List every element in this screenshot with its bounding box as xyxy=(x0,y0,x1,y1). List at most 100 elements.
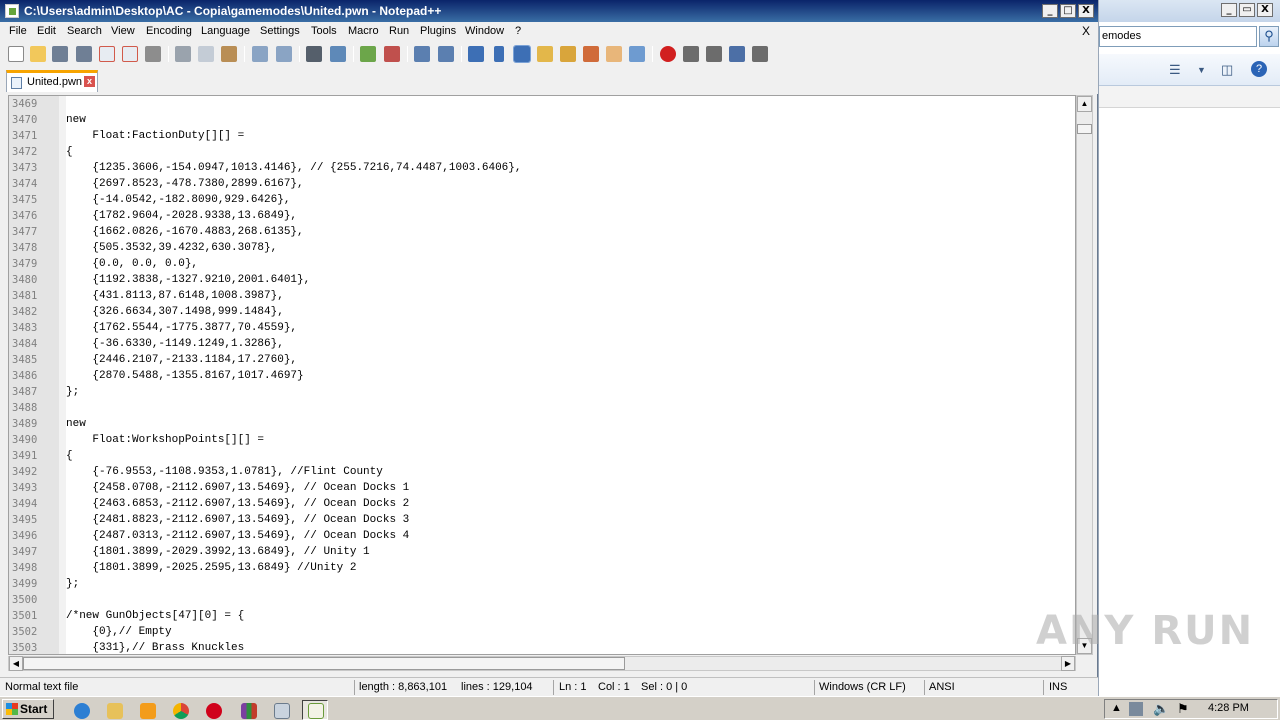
code-line[interactable]: 3481 {431.8113,87.6148,1008.3987}, xyxy=(9,288,1075,304)
code-line[interactable]: 3485 {2446.2107,-2133.1184,17.2760}, xyxy=(9,352,1075,368)
close-button[interactable]: X xyxy=(1078,4,1094,18)
code-line[interactable]: 3496 {2487.0313,-2112.6907,13.5469}, // … xyxy=(9,528,1075,544)
open-file-icon[interactable] xyxy=(30,46,46,62)
taskbar-opera[interactable] xyxy=(200,700,226,720)
code-line[interactable]: 3499}; xyxy=(9,576,1075,592)
find-icon[interactable] xyxy=(306,46,322,62)
menu-macro[interactable]: Macro xyxy=(348,25,379,37)
undo-icon[interactable] xyxy=(252,46,268,62)
print-icon[interactable] xyxy=(145,46,161,62)
code-line[interactable]: 3474 {2697.8523,-478.7380,2899.6167}, xyxy=(9,176,1075,192)
maximize-button[interactable]: □ xyxy=(1060,4,1076,18)
document-map-icon[interactable] xyxy=(560,46,576,62)
redo-icon[interactable] xyxy=(276,46,292,62)
taskbar-winrar[interactable] xyxy=(235,700,261,720)
code-line[interactable]: 3480 {1192.3838,-1327.9210,2001.6401}, xyxy=(9,272,1075,288)
save-macro-icon[interactable] xyxy=(752,46,768,62)
cut-icon[interactable] xyxy=(175,46,191,62)
code-line[interactable]: 3470 new xyxy=(9,112,1075,128)
code-line[interactable]: 3490 Float:WorkshopPoints[][] = xyxy=(9,432,1075,448)
close-all-icon[interactable] xyxy=(122,46,138,62)
word-wrap-icon[interactable] xyxy=(468,46,484,62)
code-line[interactable]: 3500 xyxy=(9,592,1075,608)
horizontal-scrollbar[interactable]: ◀ ▶ xyxy=(8,656,1076,671)
taskbar-chrome[interactable] xyxy=(167,700,193,720)
code-line[interactable]: 3486 {2870.5488,-1355.8167,1017.4697} xyxy=(9,368,1075,384)
monitoring-icon[interactable] xyxy=(629,46,645,62)
code-line[interactable]: 3477 {1662.0826,-1670.4883,268.6135}, xyxy=(9,224,1075,240)
code-line[interactable]: 3491 { xyxy=(9,448,1075,464)
menu-settings[interactable]: Settings xyxy=(260,25,300,37)
vertical-scroll-thumb[interactable] xyxy=(1077,124,1092,134)
view-list-icon[interactable]: ☰ xyxy=(1169,62,1181,78)
code-line[interactable]: 3473 {1235.3606,-154.0947,1013.4146}, //… xyxy=(9,160,1075,176)
scroll-up-button[interactable]: ▲ xyxy=(1077,96,1092,112)
menu-window[interactable]: Window xyxy=(465,25,504,37)
menu-file[interactable]: File xyxy=(9,25,27,37)
code-line[interactable]: 3498 {1801.3899,-2025.2595,13.6849} //Un… xyxy=(9,560,1075,576)
code-line[interactable]: 3471 Float:FactionDuty[][] = xyxy=(9,128,1075,144)
folder-workspace-icon[interactable] xyxy=(606,46,622,62)
menu-help[interactable]: ? xyxy=(515,25,521,37)
menu-tools[interactable]: Tools xyxy=(311,25,337,37)
user-language-icon[interactable] xyxy=(537,46,553,62)
volume-icon[interactable]: 🔈 xyxy=(1153,701,1169,717)
start-button[interactable]: Start xyxy=(2,699,54,719)
code-line[interactable]: 3495 {2481.8823,-2112.6907,13.5469}, // … xyxy=(9,512,1075,528)
code-line[interactable]: 3482 {326.6634,307.1498,999.1484}, xyxy=(9,304,1075,320)
code-line[interactable]: 3479 {0.0, 0.0, 0.0}, xyxy=(9,256,1075,272)
code-editor[interactable]: 3469 3470 new 3471 Float:FactionDuty[][] = 3… xyxy=(8,95,1076,655)
close-file-icon[interactable] xyxy=(99,46,115,62)
function-list-icon[interactable] xyxy=(583,46,599,62)
taskbar-notepadpp[interactable] xyxy=(302,700,328,720)
background-restore-button[interactable]: ▭ xyxy=(1239,3,1255,17)
close-document-button[interactable]: X xyxy=(1082,24,1090,38)
code-line[interactable]: 3488 xyxy=(9,400,1075,416)
record-macro-icon[interactable] xyxy=(660,46,676,62)
taskbar-media-player[interactable] xyxy=(134,700,160,720)
vertical-scrollbar[interactable]: ▲ ▼ xyxy=(1076,95,1093,655)
titlebar[interactable]: C:\Users\admin\Desktop\AC - Copia\gamemo… xyxy=(0,0,1098,22)
code-line[interactable]: 3493 {2458.0708,-2112.6907,13.5469}, // … xyxy=(9,480,1075,496)
flag-icon[interactable]: ⚑ xyxy=(1177,701,1189,717)
copy-icon[interactable] xyxy=(198,46,214,62)
sync-vertical-icon[interactable] xyxy=(414,46,430,62)
code-line[interactable]: 3489 new xyxy=(9,416,1075,432)
code-line[interactable]: 3475 {-14.0542,-182.8090,929.6426}, xyxy=(9,192,1075,208)
code-line[interactable]: 3487}; xyxy=(9,384,1075,400)
background-explorer-window[interactable]: _ ▭ X emodes ⚲ ☰ ▼ ◫ ? xyxy=(1098,0,1280,696)
scroll-left-button[interactable]: ◀ xyxy=(9,656,23,671)
indent-guide-icon[interactable] xyxy=(513,45,531,63)
menu-edit[interactable]: Edit xyxy=(37,25,56,37)
run-macro-multiple-icon[interactable] xyxy=(729,46,745,62)
code-line[interactable]: 3492 {-76.9553,-1108.9353,1.0781}, //Fli… xyxy=(9,464,1075,480)
background-close-button[interactable]: X xyxy=(1257,3,1273,17)
save-icon[interactable] xyxy=(52,46,68,62)
tray-expand-icon[interactable]: ▲ xyxy=(1111,702,1122,714)
menu-plugins[interactable]: Plugins xyxy=(420,25,456,37)
code-line[interactable]: 3502 {0},// Empty xyxy=(9,624,1075,640)
search-icon[interactable]: ⚲ xyxy=(1259,26,1279,47)
horizontal-scroll-thumb[interactable] xyxy=(23,657,625,670)
preview-pane-icon[interactable]: ◫ xyxy=(1221,62,1233,78)
menu-encoding[interactable]: Encoding xyxy=(146,25,192,37)
chevron-down-icon[interactable]: ▼ xyxy=(1197,65,1206,75)
background-search-input[interactable]: emodes xyxy=(1099,26,1257,47)
sync-horizontal-icon[interactable] xyxy=(438,46,454,62)
help-icon[interactable]: ? xyxy=(1251,61,1267,77)
code-line[interactable]: 3469 xyxy=(9,96,1075,112)
zoom-out-icon[interactable] xyxy=(384,46,400,62)
code-line[interactable]: 3472 { xyxy=(9,144,1075,160)
menu-run[interactable]: Run xyxy=(389,25,409,37)
code-line[interactable]: 3497 {1801.3899,-2029.3992,13.6849}, // … xyxy=(9,544,1075,560)
save-all-icon[interactable] xyxy=(76,46,92,62)
replace-icon[interactable] xyxy=(330,46,346,62)
code-line[interactable]: 3483 {1762.5544,-1775.3877,70.4559}, xyxy=(9,320,1075,336)
code-line[interactable]: 3484 {-36.6330,-1149.1249,1.3286}, xyxy=(9,336,1075,352)
code-line[interactable]: 3494 {2463.6853,-2112.6907,13.5469}, // … xyxy=(9,496,1075,512)
paste-icon[interactable] xyxy=(221,46,237,62)
zoom-in-icon[interactable] xyxy=(360,46,376,62)
menu-search[interactable]: Search xyxy=(67,25,102,37)
tab-close-button[interactable]: x xyxy=(84,76,95,87)
new-file-icon[interactable] xyxy=(8,46,24,62)
